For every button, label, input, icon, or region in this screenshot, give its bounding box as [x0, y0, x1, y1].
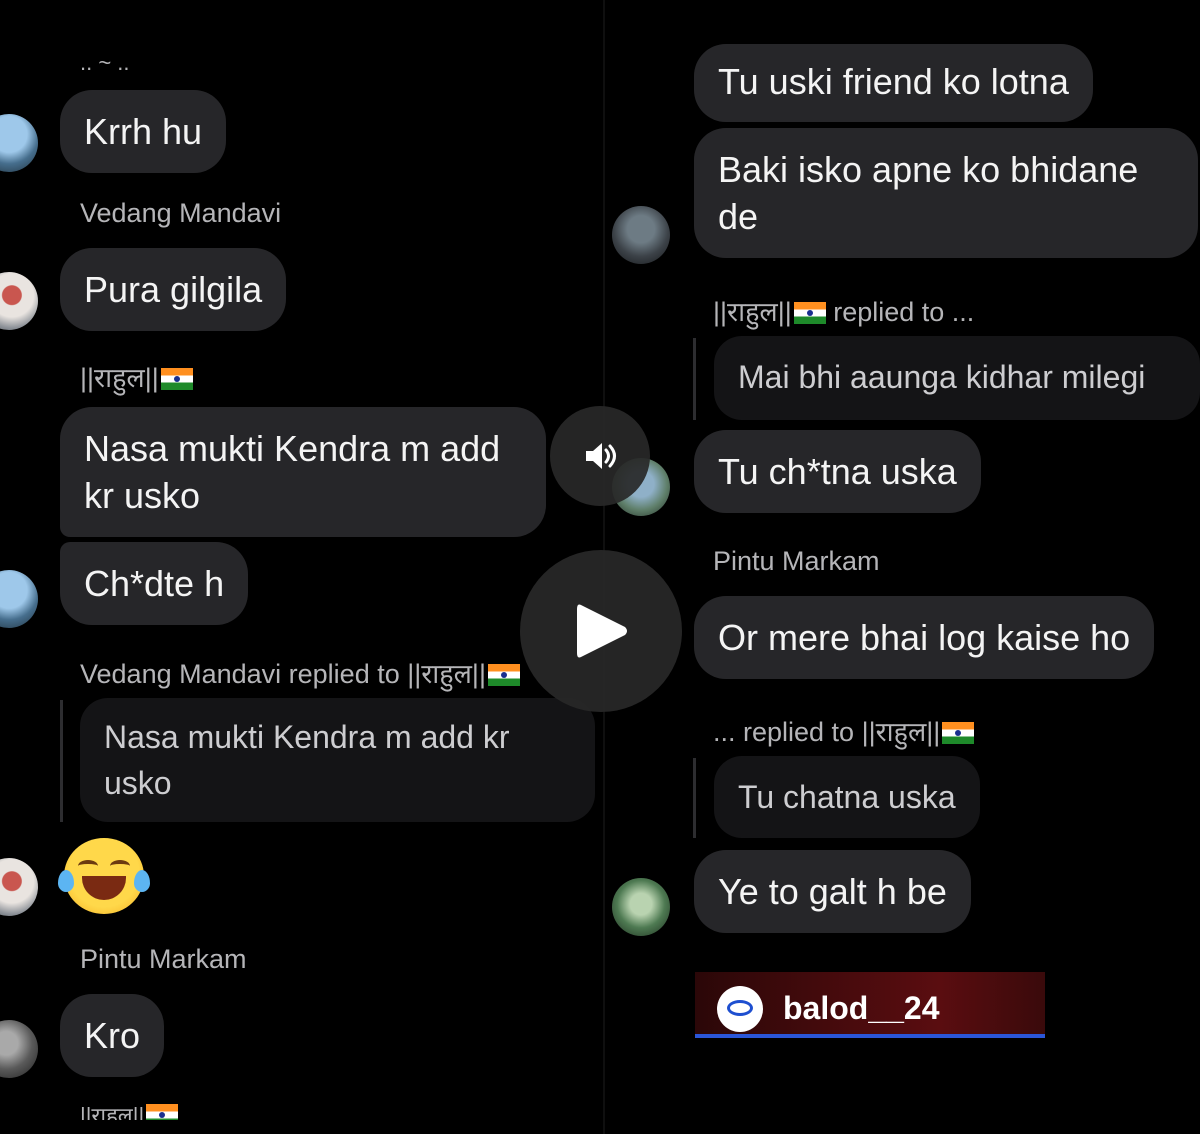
- reply-header: Vedang Mandavi replied to ||राहुल||: [80, 654, 520, 691]
- avatar[interactable]: [0, 1020, 38, 1078]
- message-bubble[interactable]: Kro: [60, 994, 165, 1077]
- avatar[interactable]: [0, 570, 38, 628]
- quoted-message[interactable]: Mai bhi aaunga kidhar milegi: [714, 336, 1200, 420]
- avatar[interactable]: [0, 858, 38, 916]
- reply-indicator: [693, 338, 696, 420]
- partial-sender-name: ||राहुल||: [80, 1100, 179, 1120]
- reply-indicator: [693, 758, 696, 838]
- message-bubble[interactable]: Nasa mukti Kendra m add kr usko: [60, 407, 546, 537]
- play-button[interactable]: [520, 550, 682, 712]
- message-bubble[interactable]: Or mere bhai log kaise ho: [694, 596, 1155, 679]
- avatar[interactable]: [612, 206, 670, 264]
- watermark-text: balod__24: [783, 990, 940, 1026]
- reply-header-text: Vedang Mandavi replied to ||राहुल||: [80, 659, 486, 689]
- play-icon: [577, 604, 627, 658]
- india-flag-icon: [160, 368, 193, 390]
- partial-sender-text: ||राहुल||: [80, 1103, 145, 1120]
- sender-name-text: ||राहुल||: [80, 363, 159, 393]
- message-bubble[interactable]: Pura gilgila: [60, 248, 287, 331]
- reply-header-text: ... replied to ||राहुल||: [713, 717, 941, 747]
- avatar[interactable]: [0, 114, 38, 172]
- message-bubble[interactable]: Ye to galt h be: [694, 850, 971, 933]
- watermark-logo: [717, 986, 763, 1032]
- india-flag-icon: [487, 664, 520, 686]
- quoted-message[interactable]: Tu chatna uska: [714, 756, 980, 838]
- sender-name: Pintu Markam: [713, 546, 880, 576]
- message-bubble[interactable]: Tu ch*tna uska: [694, 430, 981, 513]
- india-flag-icon: [942, 722, 975, 744]
- sender-name: Vedang Mandavi: [80, 198, 282, 228]
- reply-header: ||राहुल|| replied to ...: [713, 292, 974, 329]
- sender-name: Pintu Markam: [80, 944, 247, 974]
- avatar[interactable]: [612, 878, 670, 936]
- laughing-crying-emoji-icon[interactable]: [58, 838, 150, 914]
- quoted-message[interactable]: Nasa mukti Kendra m add kr usko: [80, 698, 595, 822]
- india-flag-icon: [146, 1104, 179, 1120]
- reply-indicator: [60, 700, 63, 822]
- partial-sender-name: .. ~ ..: [80, 50, 130, 75]
- avatar[interactable]: [0, 272, 38, 330]
- message-bubble[interactable]: Ch*dte h: [60, 542, 249, 625]
- message-bubble[interactable]: Krrh hu: [60, 90, 227, 173]
- mute-toggle-button[interactable]: [550, 406, 650, 506]
- message-bubble[interactable]: Baki isko apne ko bhidane de: [694, 128, 1198, 258]
- speaker-icon: [586, 443, 616, 469]
- watermark-banner: balod__24: [695, 972, 1045, 1038]
- reply-header-name: ||राहुल||: [713, 297, 792, 327]
- india-flag-icon: [793, 302, 826, 324]
- sender-name: ||राहुल||: [80, 358, 193, 395]
- reply-header: ... replied to ||राहुल||: [713, 712, 975, 749]
- message-bubble[interactable]: Tu uski friend ko lotna: [694, 44, 1093, 122]
- reply-header-text: replied to ...: [825, 297, 975, 327]
